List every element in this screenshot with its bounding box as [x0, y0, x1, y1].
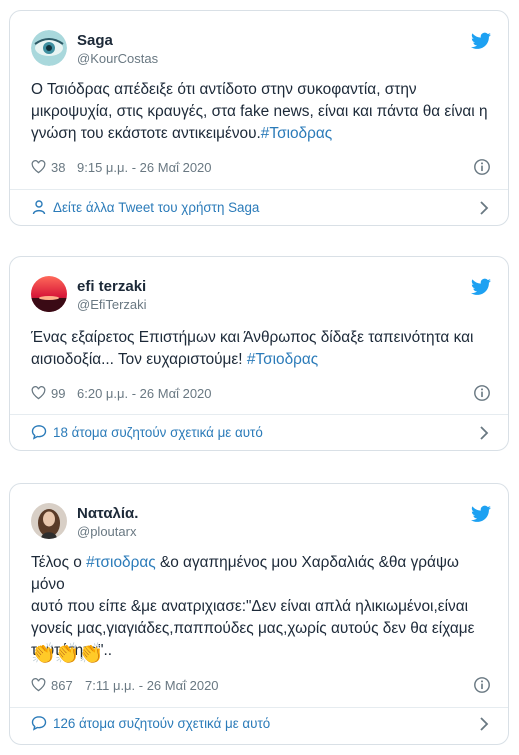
hashtag-link[interactable]: #Τσιοδρας	[247, 351, 318, 368]
like-count: 99	[51, 386, 66, 401]
heart-icon[interactable]	[31, 386, 46, 400]
tweet-meta: 867 7:11 μ.μ. - 26 Μαΐ 2020	[31, 676, 491, 696]
twitter-bird-icon[interactable]	[471, 32, 491, 50]
speech-bubble-icon	[31, 425, 47, 440]
tweet-text-body: Ο Τσιόδρας απέδειξε ότι αντίδοτο στην συ…	[31, 81, 488, 142]
like-count: 38	[51, 160, 66, 175]
user-name[interactable]: Saga	[77, 32, 113, 49]
tweet-text-start: Τέλος ο	[31, 554, 87, 571]
user-handle[interactable]: @ploutarx	[77, 524, 136, 539]
conversation-link[interactable]: 18 άτομα συζητούν σχετικά με αυτό	[31, 422, 491, 444]
tweet-timestamp[interactable]: 9:15 μ.μ. - 26 Μαΐ 2020	[77, 160, 212, 175]
avatar[interactable]	[31, 276, 67, 312]
user-name[interactable]: Ναταλία.	[77, 505, 138, 522]
like-count: 867	[51, 678, 73, 693]
chevron-right-icon[interactable]	[479, 200, 489, 216]
tweet-card: Saga @KourCostas Ο Τσιόδρας απέδειξε ότι…	[9, 10, 509, 226]
twitter-bird-icon[interactable]	[471, 505, 491, 523]
user-name[interactable]: efi terzaki	[77, 278, 146, 295]
hashtag-link[interactable]: #τσιοδρας	[86, 554, 156, 571]
tweet-header: Ναταλία. @ploutarx	[31, 503, 491, 543]
twitter-bird-icon[interactable]	[471, 278, 491, 296]
user-handle[interactable]: @EfiTerzaki	[77, 297, 147, 312]
avatar[interactable]	[31, 503, 67, 539]
tweet-timestamp[interactable]: 6:20 μ.μ. - 26 Μαΐ 2020	[77, 386, 212, 401]
heart-icon[interactable]	[31, 160, 46, 174]
clapping-emoji: 👏👏👏	[31, 643, 104, 665]
tweet-text: Ένας εξαίρετος Επιστήμων και Άνθρωπος δί…	[31, 327, 491, 371]
chevron-right-icon[interactable]	[479, 716, 489, 732]
heart-icon[interactable]	[31, 678, 46, 692]
footer-label[interactable]: Δείτε άλλα Tweet του χρήστη Saga	[53, 200, 259, 215]
info-icon[interactable]	[473, 158, 491, 176]
tweet-header: efi terzaki @EfiTerzaki	[31, 276, 491, 316]
tweet-header: Saga @KourCostas	[31, 30, 491, 70]
footer-label[interactable]: 126 άτομα συζητούν σχετικά με αυτό	[53, 716, 270, 731]
tweet-text: Ο Τσιόδρας απέδειξε ότι αντίδοτο στην συ…	[31, 79, 491, 145]
chevron-right-icon[interactable]	[479, 425, 489, 441]
info-icon[interactable]	[473, 384, 491, 402]
speech-bubble-icon	[31, 716, 47, 731]
info-icon[interactable]	[473, 676, 491, 694]
more-tweets-link[interactable]: Δείτε άλλα Tweet του χρήστη Saga	[31, 197, 491, 219]
divider	[10, 189, 508, 190]
tweet-card: efi terzaki @EfiTerzaki Ένας εξαίρετος Ε…	[9, 256, 509, 451]
person-icon	[32, 200, 46, 215]
divider	[10, 414, 508, 415]
tweet-card: Ναταλία. @ploutarx Τέλος ο #τσιοδρας &ο …	[9, 483, 509, 745]
footer-label[interactable]: 18 άτομα συζητούν σχετικά με αυτό	[53, 425, 263, 440]
conversation-link[interactable]: 126 άτομα συζητούν σχετικά με αυτό	[31, 713, 491, 735]
tweet-timestamp[interactable]: 7:11 μ.μ. - 26 Μαΐ 2020	[85, 678, 219, 693]
user-handle[interactable]: @KourCostas	[77, 51, 158, 66]
tweet-meta: 38 9:15 μ.μ. - 26 Μαΐ 2020	[31, 158, 491, 178]
tweet-meta: 99 6:20 μ.μ. - 26 Μαΐ 2020	[31, 384, 491, 404]
hashtag-link[interactable]: #Τσιοδρας	[261, 125, 332, 142]
divider	[10, 707, 508, 708]
avatar[interactable]	[31, 30, 67, 66]
